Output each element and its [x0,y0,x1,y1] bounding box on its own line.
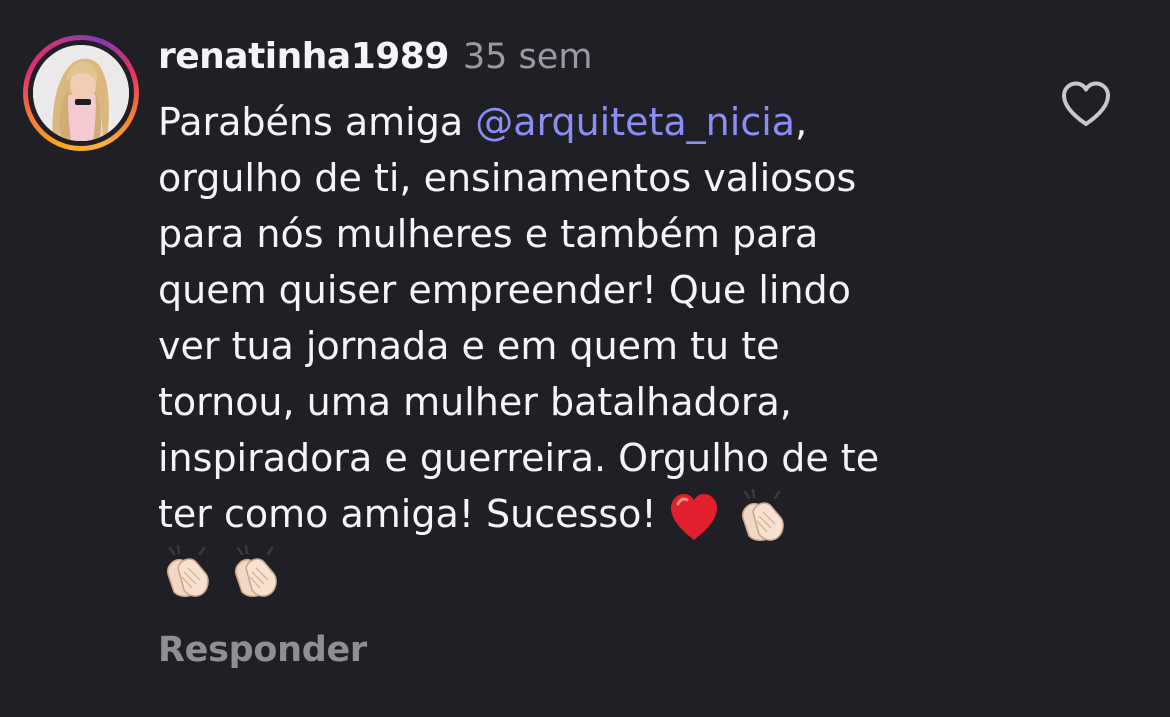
comment-last-line: ter como amiga! Sucesso! [158,492,657,536]
comment-header: renatinha1989 35 sem [158,36,592,84]
comment-text-prefix: Parabéns amiga [158,100,476,144]
username-link[interactable]: renatinha1989 [158,36,449,77]
timestamp: 35 sem [462,37,593,77]
clapping-hands-icon [234,544,277,597]
comment-line: Parabéns amiga @arquiteta_nicia, [158,94,1018,150]
comment-line: inspiradora e guerreira. Orgulho de te [158,436,880,480]
comment-line: ter como amiga! Sucesso! [158,486,1018,542]
like-button[interactable] [1060,80,1112,128]
clapping-hands-icon [741,488,784,541]
red-heart-icon [670,493,717,540]
comment-line: orgulho de ti, ensinamentos valiosos [158,156,857,200]
mention-link[interactable]: @arquiteta_nicia [475,100,795,144]
comment-line: tornou, uma mulher batalhadora, [158,380,792,424]
emoji-group [665,488,801,546]
reply-button[interactable]: Responder [158,630,367,670]
emoji-group [158,544,294,602]
story-ring[interactable] [23,35,139,151]
clapping-hands-icon [166,544,209,597]
comment-line [158,542,1018,598]
avatar[interactable] [33,45,129,141]
comment-item: renatinha1989 35 sem Parabéns amiga @arq… [0,0,1170,717]
comment-line: para nós mulheres e também para [158,212,819,256]
comment-line: quem quiser empreender! Que lindo [158,268,851,312]
comment-text-after-mention: , [795,100,808,144]
comment-line: ver tua jornada e em quem tu te [158,324,780,368]
heart-outline-icon [1062,81,1110,126]
comment-text: Parabéns amiga @arquiteta_nicia, orgulho… [158,94,1018,598]
